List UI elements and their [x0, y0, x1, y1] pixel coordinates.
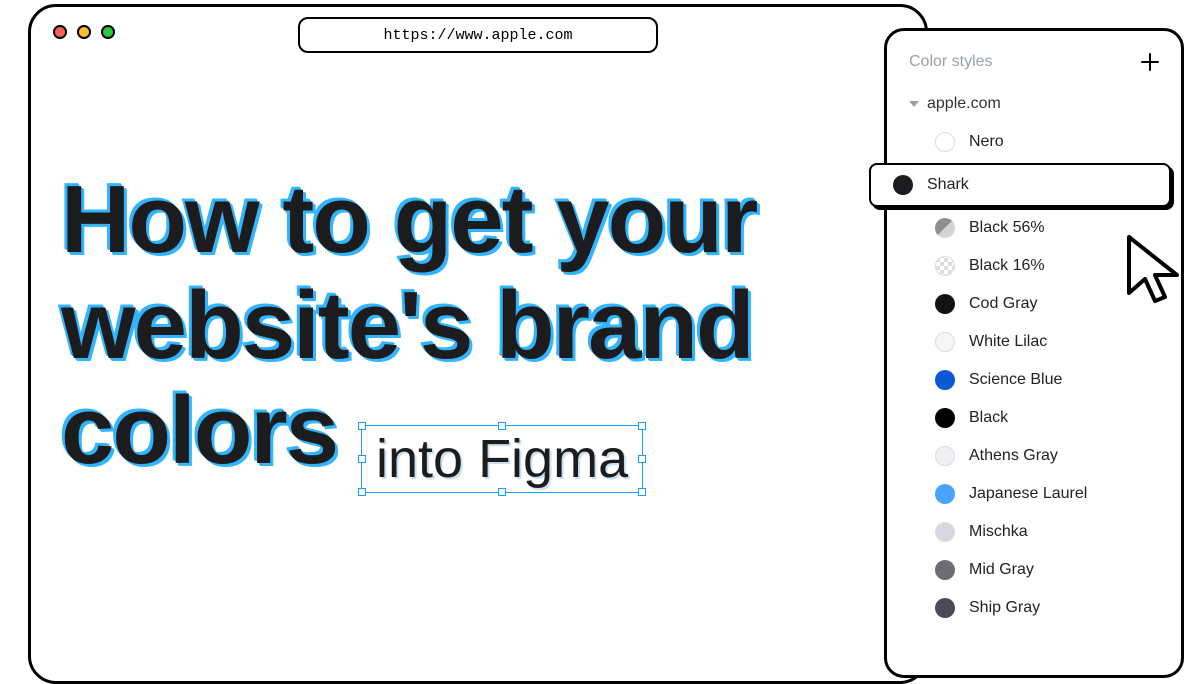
color-swatch: [935, 560, 955, 580]
color-style-label: Shark: [927, 176, 969, 194]
color-style-label: Black 16%: [969, 257, 1045, 275]
selection-text: into Figma: [376, 429, 628, 489]
color-swatch: [893, 175, 913, 195]
group-label: apple.com: [927, 95, 1001, 113]
color-swatch: [935, 332, 955, 352]
color-swatch: [935, 218, 955, 238]
color-swatch: [935, 408, 955, 428]
color-style-row[interactable]: Shark: [869, 163, 1171, 207]
cursor-icon: [1121, 231, 1191, 311]
color-style-label: Cod Gray: [969, 295, 1037, 313]
close-icon[interactable]: [53, 25, 67, 39]
color-swatch: [935, 522, 955, 542]
color-style-label: Science Blue: [969, 371, 1062, 389]
color-style-row[interactable]: Black: [887, 399, 1181, 437]
resize-handle[interactable]: [358, 488, 366, 496]
chevron-down-icon: [909, 101, 919, 107]
color-style-row[interactable]: Mischka: [887, 513, 1181, 551]
color-swatch: [935, 256, 955, 276]
color-style-row[interactable]: White Lilac: [887, 323, 1181, 361]
color-style-row[interactable]: Athens Gray: [887, 437, 1181, 475]
color-style-label: Black 56%: [969, 219, 1045, 237]
minimize-icon[interactable]: [77, 25, 91, 39]
resize-handle[interactable]: [638, 422, 646, 430]
headline-line-1: How to get your: [61, 167, 891, 273]
resize-handle[interactable]: [358, 455, 366, 463]
color-style-label: Black: [969, 409, 1008, 427]
color-swatch: [935, 446, 955, 466]
traffic-lights: [53, 25, 115, 39]
color-swatch: [935, 598, 955, 618]
color-swatch: [935, 132, 955, 152]
add-style-button[interactable]: [1141, 49, 1159, 75]
color-swatch: [935, 370, 955, 390]
color-style-row[interactable]: Science Blue: [887, 361, 1181, 399]
url-text: https://www.apple.com: [383, 27, 572, 44]
resize-handle[interactable]: [638, 455, 646, 463]
color-style-row[interactable]: Mid Gray: [887, 551, 1181, 589]
color-style-label: Ship Gray: [969, 599, 1040, 617]
color-style-row[interactable]: Nero: [887, 123, 1181, 161]
color-swatch: [935, 484, 955, 504]
plus-icon: [1141, 53, 1159, 71]
color-style-label: White Lilac: [969, 333, 1047, 351]
style-list: Nero Shark Black 56% Black 16% Cod Gray White…: [887, 123, 1181, 627]
color-style-row[interactable]: Ship Gray: [887, 589, 1181, 627]
color-style-row[interactable]: Japanese Laurel: [887, 475, 1181, 513]
panel-title: Color styles: [909, 53, 993, 71]
address-bar[interactable]: https://www.apple.com: [298, 17, 658, 53]
maximize-icon[interactable]: [101, 25, 115, 39]
style-group[interactable]: apple.com: [887, 89, 1181, 123]
color-style-label: Japanese Laurel: [969, 485, 1087, 503]
color-style-label: Mid Gray: [969, 561, 1034, 579]
browser-window: https://www.apple.com How to get your we…: [28, 4, 928, 684]
color-style-label: Mischka: [969, 523, 1028, 541]
resize-handle[interactable]: [638, 488, 646, 496]
figma-selection-box[interactable]: into Figma: [361, 425, 643, 493]
color-swatch: [935, 294, 955, 314]
color-style-label: Athens Gray: [969, 447, 1058, 465]
headline-line-2: website's brand: [61, 273, 891, 379]
resize-handle[interactable]: [498, 422, 506, 430]
color-style-label: Nero: [969, 133, 1004, 151]
resize-handle[interactable]: [498, 488, 506, 496]
color-styles-panel: Color styles apple.com Nero Shark Black 56…: [884, 28, 1184, 678]
resize-handle[interactable]: [358, 422, 366, 430]
